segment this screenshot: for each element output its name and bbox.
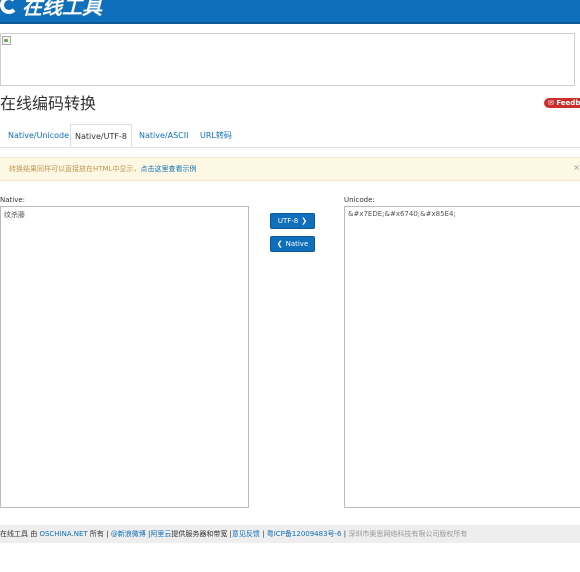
footer-weibo-link[interactable]: @新浪微博: [111, 530, 146, 538]
footer-feedback-link[interactable]: 意见反馈: [232, 530, 260, 538]
utf8-button-label: UTF-8: [277, 217, 299, 225]
site-logo[interactable]: 在线工具: [0, 0, 102, 19]
footer-service-text: 提供服务器和带宽 |: [171, 530, 232, 538]
footer-owned: 所有 |: [87, 530, 111, 538]
feedback-button[interactable]: ✉ Feedba: [544, 98, 580, 108]
tab-url-encode[interactable]: URL转码: [196, 124, 236, 147]
footer-prefix: 在线工具 由: [0, 530, 40, 538]
notice-close-icon[interactable]: ×: [573, 163, 580, 172]
native-input[interactable]: 纹杀藤: [0, 206, 249, 508]
tab-native-ascii[interactable]: Native/ASCII: [135, 124, 192, 147]
chevron-right-icon: ❯: [301, 217, 308, 225]
chevron-left-icon: ❮: [276, 240, 283, 248]
notice-alert: 转换结果同样可以直接放在HTML中显示，点击这里查看示例 ×: [0, 157, 580, 181]
logo-mark-icon: [0, 0, 18, 14]
top-navbar: 在线工具: [0, 0, 580, 24]
tab-native-unicode[interactable]: Native/Unicode: [4, 124, 73, 147]
logo-text: 在线工具: [22, 0, 102, 19]
convert-to-utf8-button[interactable]: UTF-8 ❯: [270, 213, 315, 229]
footer-copyright: 深圳市奥思网络科技有限公司版权所有: [348, 530, 468, 538]
footer-icp-link[interactable]: 粤ICP备12009483号-6: [267, 530, 342, 538]
unicode-output[interactable]: &#x7EDE;&#x6740;&#x85E4;: [344, 206, 580, 508]
footer-sep-2: |: [259, 530, 267, 538]
notice-text: 转换结果同样可以直接放在HTML中显示，: [9, 165, 141, 173]
page-title: 在线编码转换: [0, 94, 97, 113]
footer: 在线工具 由 OSCHINA.NET 所有 | @新浪微博 | 阿里云提供服务器和…: [0, 525, 580, 543]
feedback-label: Feedba: [556, 99, 580, 107]
notice-message: 转换结果同样可以直接放在HTML中显示，点击这里查看示例: [9, 164, 196, 174]
native-button-label: Native: [285, 240, 309, 248]
footer-oschina-link[interactable]: OSCHINA.NET: [39, 530, 87, 538]
native-label: Native:: [0, 196, 26, 204]
unicode-label: Unicode:: [344, 196, 375, 204]
tab-native-utf8[interactable]: Native/UTF-8: [70, 124, 132, 147]
convert-to-native-button[interactable]: ❮ Native: [270, 236, 315, 252]
tab-bar: Native/Unicode Native/UTF-8 Native/ASCII…: [0, 124, 580, 148]
broken-image-icon: [2, 36, 11, 45]
ad-banner[interactable]: [0, 33, 575, 86]
notice-example-link[interactable]: 点击这里查看示例: [140, 165, 196, 173]
footer-aliyun-link[interactable]: 阿里云: [150, 530, 171, 538]
